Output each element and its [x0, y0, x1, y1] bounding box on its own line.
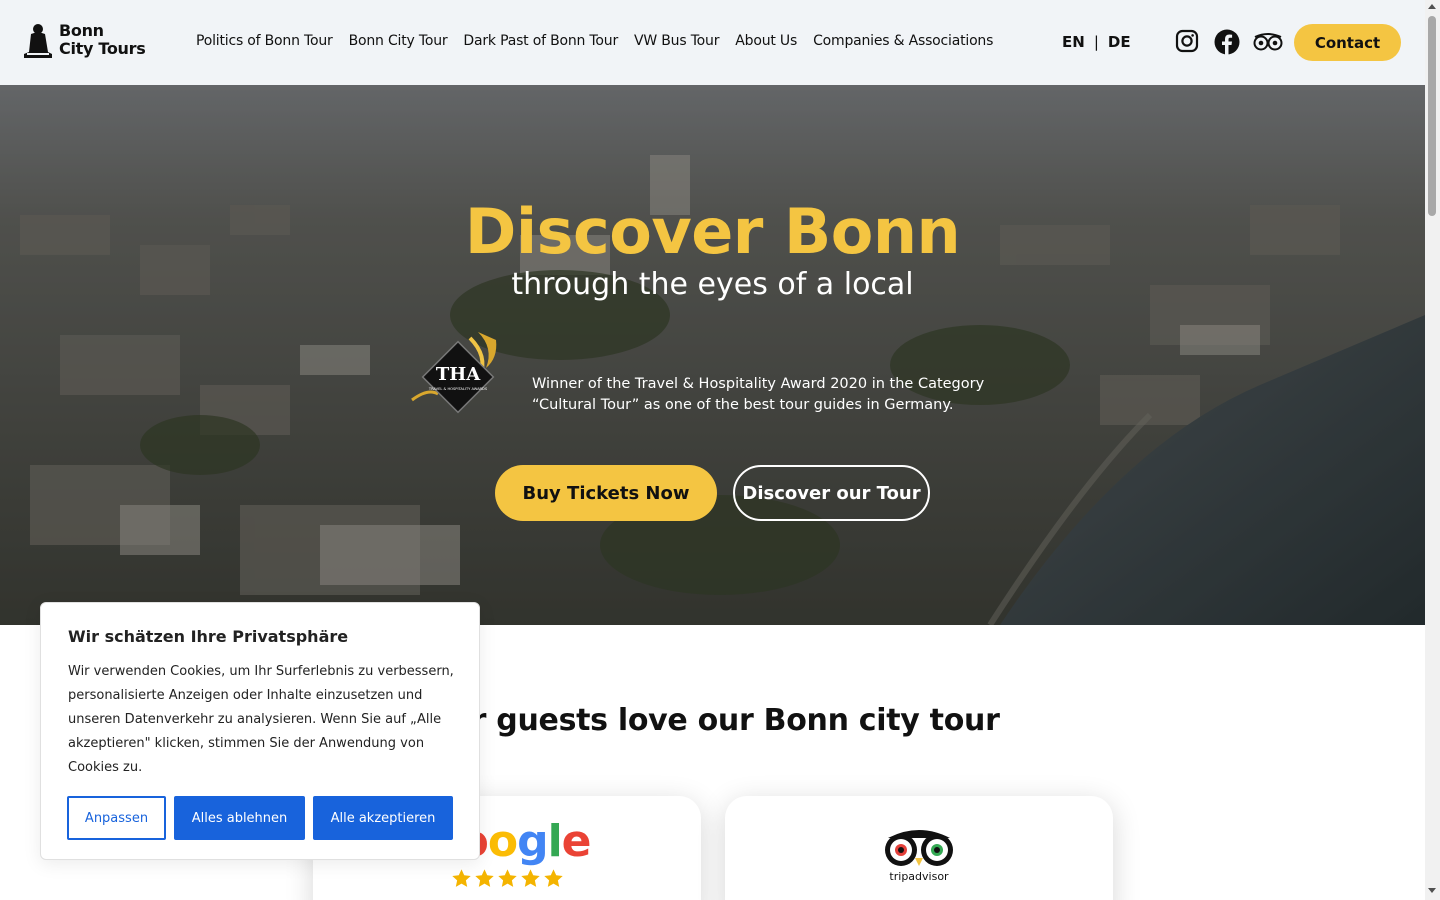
hero-city-aerial-image [0, 85, 1425, 625]
scroll-down-arrow-icon[interactable] [1428, 888, 1436, 893]
nav-companies[interactable]: Companies & Associations [813, 33, 993, 49]
discover-tour-button[interactable]: Discover our Tour [733, 465, 930, 521]
cookie-reject-all-button[interactable]: Alles ablehnen [174, 796, 305, 840]
scroll-up-arrow-icon[interactable] [1428, 4, 1436, 9]
google-letter-l: l [547, 816, 563, 867]
award-logo-icon: THA TRAVEL & HOSPITALITY AWARDS [411, 332, 497, 414]
hero-title: Discover Bonn [464, 195, 961, 268]
google-star-rating [451, 868, 564, 889]
facebook-icon[interactable] [1214, 29, 1240, 55]
lang-de[interactable]: DE [1108, 33, 1131, 51]
logo-line-2: City Tours [59, 39, 146, 58]
hero-subtitle: through the eyes of a local [511, 267, 914, 302]
nav-dark-past-tour[interactable]: Dark Past of Bonn Tour [463, 33, 618, 49]
cookie-title: Wir schätzen Ihre Privatsphäre [68, 627, 349, 646]
tripadvisor-wordmark: tripadvisor [889, 870, 949, 882]
contact-button[interactable]: Contact [1294, 24, 1401, 61]
instagram-icon[interactable] [1175, 29, 1199, 53]
google-letter-o2: o [487, 816, 518, 867]
award-description: Winner of the Travel & Hospitality Award… [532, 376, 985, 413]
page: Bonn City Tours Politics of Bonn Tour Bo… [0, 0, 1440, 900]
star-icon [475, 869, 494, 887]
logo-line-1: Bonn [59, 21, 104, 40]
lang-separator: | [1093, 33, 1099, 51]
scrollbar-thumb[interactable] [1428, 16, 1436, 216]
google-letter-e: e [561, 816, 592, 867]
buy-tickets-button[interactable]: Buy Tickets Now [495, 465, 717, 521]
tripadvisor-icon[interactable] [1252, 32, 1284, 52]
star-icon [498, 869, 517, 887]
award-badge-small: TRAVEL & HOSPITALITY AWARDS [428, 387, 488, 391]
tripadvisor-review-card[interactable]: tripadvisor [725, 796, 1113, 900]
award-badge-text: THA [436, 364, 481, 385]
cookie-accept-all-button[interactable]: Alle akzeptieren [313, 796, 453, 840]
cookie-consent-banner: Wir schätzen Ihre Privatsphäre Wir verwe… [40, 602, 480, 860]
nav-vw-bus-tour[interactable]: VW Bus Tour [634, 33, 719, 49]
cookie-customize-button[interactable]: Anpassen [67, 796, 166, 840]
nav-politics-tour[interactable]: Politics of Bonn Tour [196, 33, 333, 49]
star-icon [521, 869, 540, 887]
language-switcher: EN | DE [1062, 33, 1131, 51]
site-logo[interactable]: Bonn City Tours [22, 21, 146, 58]
logo-silhouette-icon [24, 24, 52, 58]
hero-section: Discover Bonn through the eyes of a loca… [0, 85, 1425, 625]
google-letter-g2: g [517, 816, 548, 867]
nav-about-us[interactable]: About Us [735, 33, 797, 49]
tripadvisor-owl-icon: tripadvisor [885, 830, 953, 882]
page-scrollbar[interactable] [1425, 0, 1440, 900]
star-icon [452, 869, 471, 887]
award-badge: THA TRAVEL & HOSPITALITY AWARDS [408, 328, 504, 428]
lang-en[interactable]: EN [1062, 33, 1085, 51]
nav-city-tour[interactable]: Bonn City Tour [349, 33, 448, 49]
star-icon [544, 869, 563, 887]
main-nav: Politics of Bonn Tour Bonn City Tour Dar… [196, 33, 1009, 49]
cookie-description: Wir verwenden Cookies, um Ihr Surferlebn… [68, 664, 454, 775]
site-header: Bonn City Tours Politics of Bonn Tour Bo… [0, 0, 1425, 85]
logo-text: Bonn City Tours [59, 21, 146, 58]
